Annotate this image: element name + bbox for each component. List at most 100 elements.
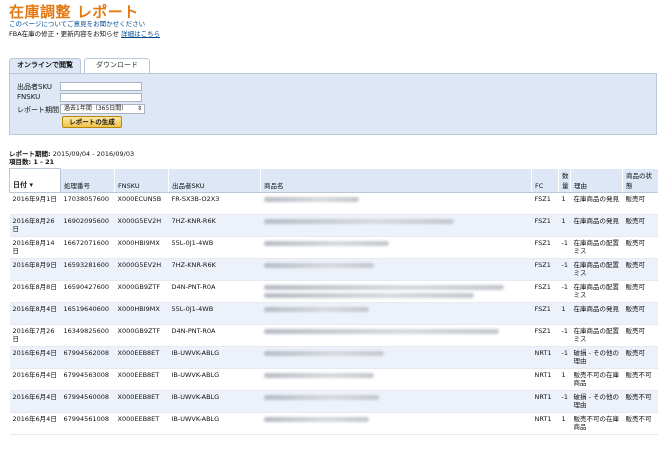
table-row: 2016年6月4日 67994560008 X000EEB8ET IB-UWVK-AB… <box>9 390 658 413</box>
col-reason-header[interactable]: 理由 <box>570 168 623 193</box>
cell-date: 2016年8月4日 <box>9 302 61 325</box>
adjustment-table: 日付 ▾ 処理番号 FNSKU 出品者SKU 商品名 FC 数量 理由 商品の状… <box>9 168 658 435</box>
cell-condition: 販売可 <box>622 214 658 237</box>
cell-transaction-id: 67994562008 <box>60 346 115 369</box>
cell-transaction-id: 67994563008 <box>60 368 115 391</box>
cell-reason: 破損 - その他の理由 <box>570 346 623 369</box>
cell-condition: 販売可 <box>622 192 658 215</box>
cell-fnsku: X000GB9ZTF <box>114 324 169 347</box>
cell-product-name <box>260 302 532 325</box>
cell-product-name <box>260 346 532 369</box>
col-fc-header[interactable]: FC <box>531 168 559 193</box>
cell-date: 2016年6月4日 <box>9 412 61 435</box>
cell-condition: 販売可 <box>622 346 658 369</box>
cell-transaction-id: 16519640600 <box>60 302 115 325</box>
tab-download[interactable]: ダウンロード <box>84 58 150 73</box>
sku-input[interactable] <box>60 82 142 91</box>
cell-condition: 販売可 <box>622 302 658 325</box>
cell-fnsku: X000ECUN5B <box>114 192 169 215</box>
tab-online-view[interactable]: オンラインで閲覧 <box>9 58 81 74</box>
cell-reason: 販売不可の在庫商品 <box>570 368 623 391</box>
cell-quantity: 1 <box>558 192 571 215</box>
redacted-product-name <box>263 241 389 246</box>
sort-desc-icon: ▾ <box>29 181 33 189</box>
cell-condition: 販売不可 <box>622 412 658 435</box>
cell-fc: FSZ1 <box>531 302 559 325</box>
cell-seller-sku: 55L-0J1-4WB <box>168 236 261 259</box>
cell-seller-sku: 7HZ-KNR-R6K <box>168 258 261 281</box>
cell-seller-sku: IB-UWVK-ABLG <box>168 346 261 369</box>
col-transaction-header[interactable]: 処理番号 <box>60 168 115 193</box>
details-link[interactable]: 詳細はこちら <box>121 30 160 38</box>
cell-fc: FSZ1 <box>531 324 559 347</box>
cell-fc: FSZ1 <box>531 236 559 259</box>
cell-seller-sku: 7HZ-KNR-R6K <box>168 214 261 237</box>
cell-product-name <box>260 368 532 391</box>
cell-reason: 在庫商品の配置ミス <box>570 258 623 281</box>
table-header-row: 日付 ▾ 処理番号 FNSKU 出品者SKU 商品名 FC 数量 理由 商品の状… <box>9 168 658 193</box>
cell-seller-sku: 55L-0J1-4WB <box>168 302 261 325</box>
col-fnsku-header[interactable]: FNSKU <box>114 168 169 193</box>
table-row: 2016年6月4日 67994562008 X000EEB8ET IB-UWVK-AB… <box>9 346 658 369</box>
cell-date: 2016年6月4日 <box>9 390 61 413</box>
cell-reason: 在庫商品の発見 <box>570 302 623 325</box>
redacted-product-name <box>263 285 504 290</box>
cell-fnsku: X000EEB8ET <box>114 346 169 369</box>
redacted-product-name <box>263 417 369 422</box>
generate-report-button[interactable]: レポートの生成 <box>62 116 122 128</box>
cell-condition: 販売可 <box>622 280 658 303</box>
table-row: 2016年8月14日 16672071600 X000HBI9MX 55L-0J1-4… <box>9 236 658 259</box>
cell-fc: FSZ1 <box>531 258 559 281</box>
notice-text: FBA在庫の修正・更新内容をお知らせ <box>9 30 120 38</box>
cell-quantity: -1 <box>558 390 571 413</box>
cell-product-name <box>260 390 532 413</box>
col-date-header[interactable]: 日付 ▾ <box>9 168 61 193</box>
report-period-value: 2015/09/04 - 2016/09/03 <box>52 150 135 158</box>
period-select[interactable]: 過去1年間（365日間） ⇕ <box>60 104 145 114</box>
fnsku-input[interactable] <box>60 93 142 102</box>
cell-quantity: -1 <box>558 324 571 347</box>
cell-quantity: -1 <box>558 258 571 281</box>
col-product-header[interactable]: 商品名 <box>260 168 532 193</box>
cell-transaction-id: 17038057600 <box>60 192 115 215</box>
table-row: 2016年6月4日 67994561008 X000EEB8ET IB-UWVK-AB… <box>9 412 658 435</box>
cell-fc: NRT1 <box>531 412 559 435</box>
cell-fc: NRT1 <box>531 346 559 369</box>
cell-reason: 在庫商品の配置ミス <box>570 280 623 303</box>
cell-transaction-id: 16590427600 <box>60 280 115 303</box>
cell-condition: 販売可 <box>622 258 658 281</box>
cell-quantity: -1 <box>558 346 571 369</box>
cell-reason: 在庫商品の発見 <box>570 214 623 237</box>
cell-seller-sku: IB-UWVK-ABLG <box>168 412 261 435</box>
cell-reason: 在庫商品の配置ミス <box>570 324 623 347</box>
period-selected-value: 過去1年間（365日間） <box>64 105 128 112</box>
cell-fc: FSZ1 <box>531 280 559 303</box>
table-row: 2016年8月26日 16902095600 X000G5EV2H 7HZ-KNR-R… <box>9 214 658 237</box>
filter-panel: 出品者SKU FNSKU レポート期間 過去1年間（365日間） ⇕ レポートの… <box>9 73 657 135</box>
cell-fnsku: X000HBI9MX <box>114 236 169 259</box>
cell-fnsku: X000GB9ZTF <box>114 280 169 303</box>
table-row: 2016年8月8日 16590427600 X000GB9ZTF D4N-PNT-R0… <box>9 280 658 303</box>
cell-fc: NRT1 <box>531 368 559 391</box>
feedback-link[interactable]: このページについてご意見をお聞かせください <box>9 18 145 28</box>
cell-quantity: 1 <box>558 412 571 435</box>
cell-date: 2016年8月9日 <box>9 258 61 281</box>
cell-date: 2016年8月14日 <box>9 236 61 259</box>
cell-date: 2016年7月26日 <box>9 324 61 347</box>
cell-product-name <box>260 280 532 303</box>
cell-product-name <box>260 258 532 281</box>
cell-fnsku: X000G5EV2H <box>114 214 169 237</box>
cell-quantity: -1 <box>558 280 571 303</box>
cell-seller-sku: FR-SX3B-O2X3 <box>168 192 261 215</box>
notice: FBA在庫の修正・更新内容をお知らせ 詳細はこちら <box>9 28 160 38</box>
item-count: 項目数: 1 - 21 <box>9 158 55 166</box>
col-condition-header[interactable]: 商品の状態 <box>622 168 658 193</box>
redacted-product-name <box>263 373 374 378</box>
redacted-product-name <box>263 197 359 202</box>
col-qty-header[interactable]: 数量 <box>558 168 571 193</box>
redacted-product-name <box>263 293 474 298</box>
cell-product-name <box>260 236 532 259</box>
cell-date: 2016年8月26日 <box>9 214 61 237</box>
col-sku-header[interactable]: 出品者SKU <box>168 168 261 193</box>
redacted-product-name <box>263 307 369 312</box>
